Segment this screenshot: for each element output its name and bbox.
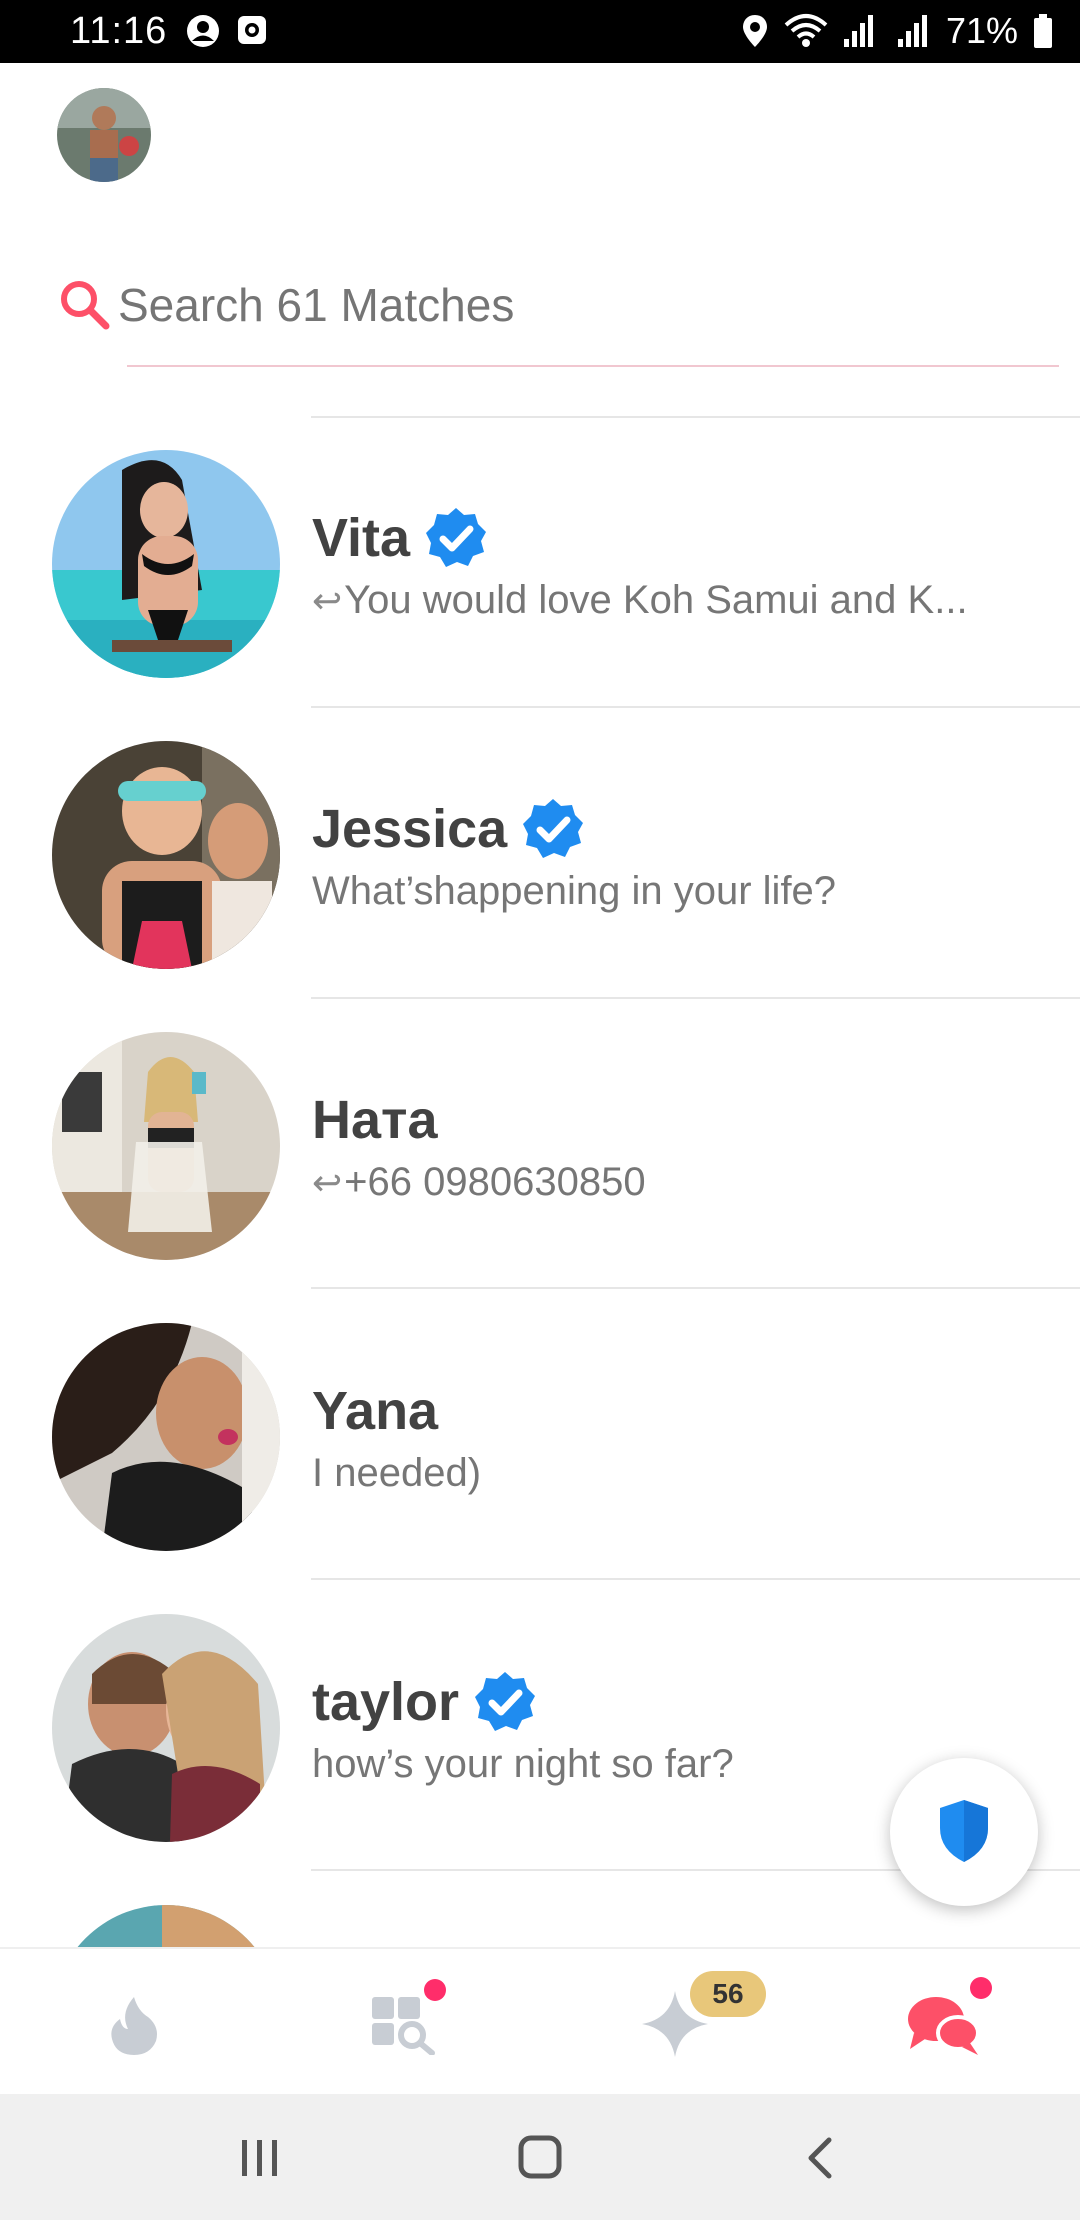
status-time: 11:16	[70, 10, 168, 52]
match-name: Vita	[312, 508, 411, 568]
signal-icon	[843, 15, 873, 47]
back-icon	[808, 2137, 832, 2179]
safety-toolkit-button[interactable]	[890, 1758, 1038, 1906]
recents-button[interactable]	[170, 2094, 350, 2220]
match-name: Jessica	[312, 799, 508, 859]
home-icon	[518, 2135, 562, 2179]
search-underline	[127, 365, 1059, 367]
tab-messages[interactable]	[852, 1949, 1032, 2096]
recents-icon	[242, 2140, 277, 2176]
profile-avatar[interactable]	[57, 88, 151, 182]
match-row-jessica[interactable]: Jessica What’shappening in your life?	[0, 741, 1080, 1031]
likes-count-badge: 56	[690, 1971, 766, 2017]
account-icon	[187, 15, 219, 47]
bottom-tab-bar: 56	[0, 1947, 1080, 2096]
screenshot-icon	[238, 16, 266, 44]
match-photo	[52, 741, 280, 969]
match-name: taylor	[312, 1672, 460, 1732]
match-row-yana[interactable]: Yana I needed)	[0, 1323, 1080, 1613]
verified-icon	[426, 508, 487, 567]
system-nav-bar	[0, 2094, 1080, 2220]
divider	[311, 416, 1080, 418]
match-last-message: You would love Koh Samui and K...	[344, 578, 968, 622]
reply-arrow-icon: ↩	[312, 1162, 343, 1203]
explore-icon	[372, 1997, 435, 2055]
reply-arrow-icon: ↩	[312, 580, 343, 621]
match-last-message: I needed)	[312, 1451, 482, 1495]
tab-explore[interactable]	[316, 1949, 496, 2096]
status-bar: 11:16 71%	[0, 0, 1080, 63]
wifi-icon	[784, 14, 828, 47]
match-row-vita[interactable]: Vita ↩You would love Koh Samui and K...	[0, 450, 1080, 740]
match-photo	[52, 1614, 280, 1842]
home-button[interactable]	[450, 2094, 630, 2220]
match-photo	[52, 450, 280, 678]
verified-icon	[475, 1672, 536, 1731]
search-bar	[58, 270, 1058, 366]
battery-percent: 71%	[945, 10, 1018, 51]
back-button[interactable]	[730, 2094, 910, 2220]
match-name: Ната	[312, 1090, 438, 1150]
tab-discover[interactable]	[44, 1949, 224, 2096]
match-name: Yana	[312, 1381, 439, 1441]
match-last-message: how’s your night so far?	[312, 1742, 734, 1786]
match-last-message: What’shappening in your life?	[312, 869, 837, 913]
match-row-nata[interactable]: Ната ↩+66 0980630850	[0, 1032, 1080, 1322]
match-last-message: +66 0980630850	[344, 1160, 646, 1204]
notification-dot	[424, 1979, 446, 2001]
signal-icon-2	[897, 15, 927, 47]
shield-icon	[940, 1800, 988, 1862]
verified-icon	[523, 799, 584, 858]
location-icon	[742, 15, 767, 47]
chat-bubbles-icon	[908, 1997, 980, 2055]
flame-icon	[111, 1997, 157, 2055]
match-photo	[52, 1032, 280, 1260]
match-photo	[52, 1323, 280, 1551]
notification-dot	[970, 1977, 992, 1999]
battery-icon	[1034, 14, 1052, 48]
search-input[interactable]	[58, 270, 958, 340]
